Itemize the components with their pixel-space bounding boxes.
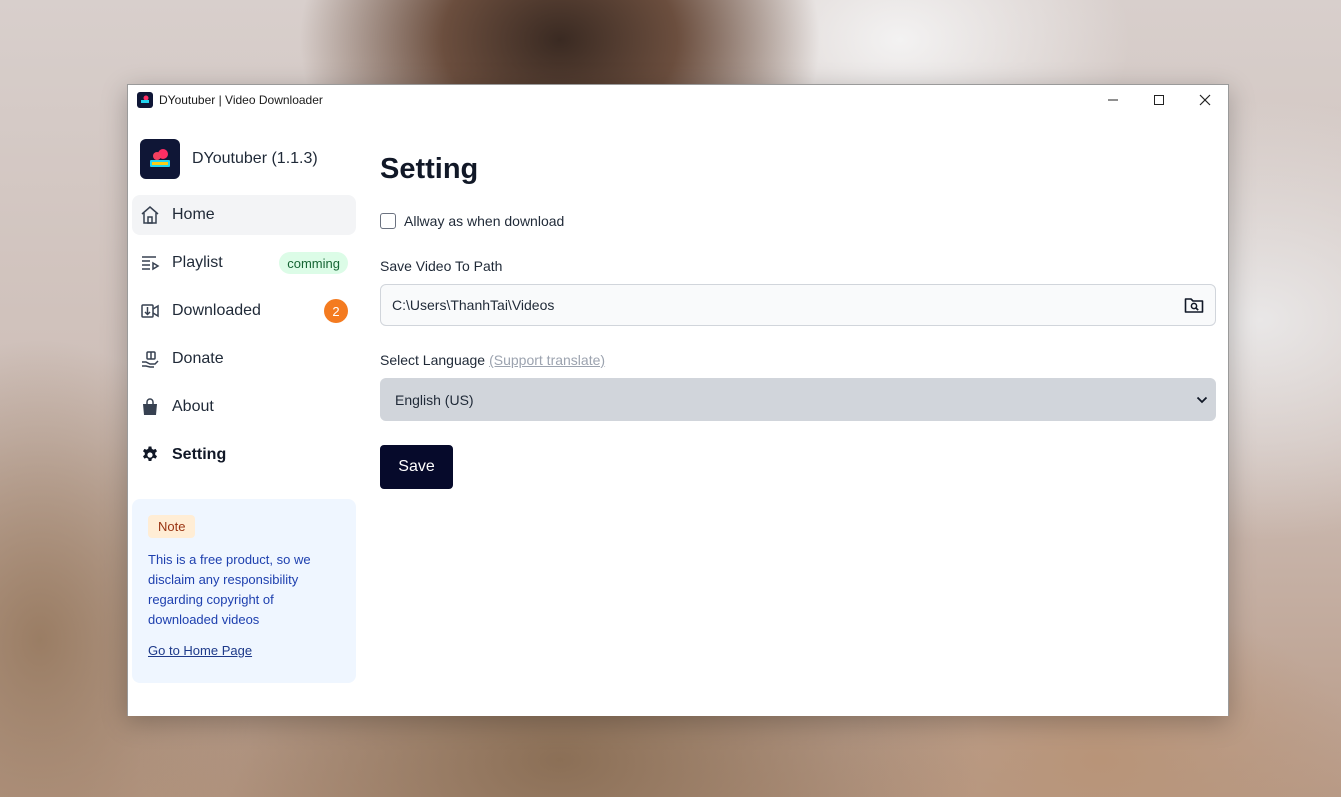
window-title: DYoutuber | Video Downloader — [159, 93, 323, 107]
sidebar-item-home[interactable]: Home — [132, 195, 356, 235]
brand: DYoutuber (1.1.3) — [140, 139, 318, 179]
folder-search-icon — [1184, 298, 1204, 313]
note-text: This is a free product, so we disclaim a… — [148, 552, 311, 627]
allway-checkbox-label[interactable]: Allway as when download — [404, 213, 564, 229]
downloaded-count-badge: 2 — [324, 299, 348, 323]
allway-checkbox-row[interactable]: Allway as when download — [380, 213, 564, 229]
bag-icon — [140, 397, 160, 417]
language-select[interactable]: English (US) — [380, 378, 1216, 421]
save-path-value[interactable]: C:\Users\ThanhTai\Videos — [392, 297, 1173, 313]
download-icon — [140, 301, 160, 321]
maximize-icon — [1154, 95, 1164, 105]
sidebar-item-about[interactable]: About — [132, 387, 356, 427]
sidebar-item-label: Downloaded — [172, 302, 261, 319]
settings-content: Setting Allway as when download Save Vid… — [368, 115, 1228, 716]
app-window: DYoutuber | Video Downloader DYoutuber (… — [127, 84, 1229, 716]
home-page-link[interactable]: Go to Home Page — [148, 643, 252, 658]
sidebar: DYoutuber (1.1.3) Home Playlist comming — [128, 115, 368, 716]
language-label-row: Select Language (Support translate) — [380, 352, 605, 368]
sidebar-nav: Home Playlist comming Downloaded 2 Donat… — [132, 195, 356, 483]
brand-logo — [140, 139, 180, 179]
app-icon — [137, 92, 153, 108]
close-icon — [1199, 94, 1211, 106]
save-button[interactable]: Save — [380, 445, 453, 489]
minimize-icon — [1108, 99, 1118, 101]
sidebar-item-donate[interactable]: Donate — [132, 339, 356, 379]
donate-icon — [140, 349, 160, 369]
sidebar-item-label: Donate — [172, 350, 224, 367]
close-button[interactable] — [1182, 85, 1228, 115]
browse-folder-button[interactable] — [1173, 285, 1215, 325]
save-path-input[interactable]: C:\Users\ThanhTai\Videos — [380, 284, 1216, 326]
note-panel: Note This is a free product, so we discl… — [132, 499, 356, 683]
title-bar[interactable]: DYoutuber | Video Downloader — [128, 85, 1228, 115]
sidebar-item-setting[interactable]: Setting — [132, 435, 356, 475]
gear-icon — [140, 445, 160, 465]
sidebar-item-downloaded[interactable]: Downloaded 2 — [132, 291, 356, 331]
allway-checkbox[interactable] — [380, 213, 396, 229]
maximize-button[interactable] — [1136, 85, 1182, 115]
page-title: Setting — [380, 153, 479, 185]
sidebar-item-label: Setting — [172, 446, 227, 463]
coming-tag: comming — [279, 252, 348, 274]
note-badge: Note — [148, 515, 196, 538]
sidebar-item-label: Home — [172, 206, 215, 223]
sidebar-item-label: About — [172, 398, 214, 415]
support-translate-link[interactable]: (Support translate) — [489, 352, 605, 368]
home-icon — [140, 205, 160, 225]
chevron-down-icon — [1188, 396, 1216, 404]
minimize-button[interactable] — [1090, 85, 1136, 115]
brand-name: DYoutuber (1.1.3) — [192, 150, 318, 167]
sidebar-item-playlist[interactable]: Playlist comming — [132, 243, 356, 283]
playlist-icon — [140, 253, 160, 273]
language-label: Select Language — [380, 352, 486, 368]
sidebar-item-label: Playlist — [172, 254, 223, 271]
language-select-value[interactable]: English (US) — [395, 392, 1188, 408]
path-label: Save Video To Path — [380, 258, 503, 274]
